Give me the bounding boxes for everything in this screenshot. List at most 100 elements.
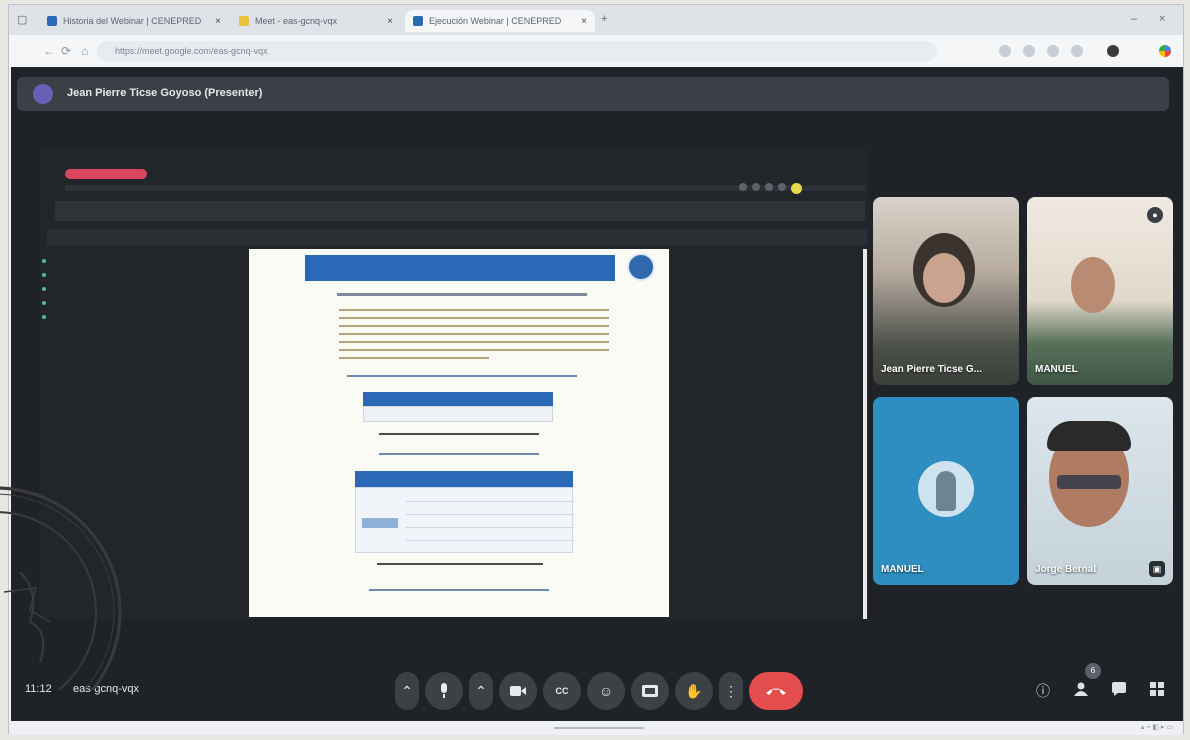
chevron-up-icon: ⌃ bbox=[401, 682, 413, 699]
close-tab-icon[interactable]: × bbox=[215, 16, 221, 27]
camera-icon: ▣ bbox=[1149, 561, 1165, 577]
browser-tab-2-title: Meet - eas-gcnq-vqx bbox=[255, 16, 338, 26]
mic-icon bbox=[441, 683, 447, 698]
home-icon[interactable]: ⌂ bbox=[81, 44, 88, 58]
captions-icon: CC bbox=[555, 686, 569, 696]
official-seal-stamp bbox=[0, 486, 122, 690]
doc-text-line bbox=[339, 317, 609, 319]
shared-screen[interactable] bbox=[39, 149, 869, 619]
present-screen-icon bbox=[642, 685, 658, 697]
more-options-button[interactable]: ⋮ bbox=[719, 672, 743, 710]
captions-button[interactable]: CC bbox=[543, 672, 581, 710]
audio-options-button[interactable]: ⌃ bbox=[395, 672, 419, 710]
doc-text-line bbox=[339, 333, 609, 335]
browser-tab-1[interactable]: Historia del Webinar | CENEPRED × bbox=[39, 10, 229, 32]
url-field[interactable]: https://meet.google.com/eas-gcnq-vqx bbox=[97, 41, 937, 61]
participant-tile[interactable]: Jean Pierre Ticse G... bbox=[873, 197, 1019, 385]
browser-tab-3-title: Ejecución Webinar | CENEPRED bbox=[429, 16, 562, 26]
participant-face bbox=[1071, 257, 1115, 313]
reload-icon[interactable]: ⟳ bbox=[61, 44, 71, 58]
emoji-icon: ☺ bbox=[598, 683, 614, 699]
doc-table-caption bbox=[379, 453, 539, 455]
people-icon[interactable] bbox=[1071, 681, 1091, 701]
doc-text-line bbox=[339, 309, 609, 311]
shared-toolbar-icons bbox=[739, 183, 802, 194]
presenter-label: Jean Pierre Ticse Goyoso (Presenter) bbox=[67, 87, 263, 99]
extension-icon[interactable] bbox=[1071, 45, 1083, 57]
meet-stage: Jean Pierre Ticse Goyoso (Presenter) Jea… bbox=[11, 67, 1183, 721]
new-tab-button[interactable]: + bbox=[601, 13, 607, 25]
cenepred-favicon-icon bbox=[413, 16, 423, 26]
doc-text-line bbox=[339, 341, 609, 343]
minimize-icon[interactable]: – bbox=[1131, 13, 1137, 25]
participant-avatar bbox=[918, 461, 974, 517]
doc-source-line bbox=[379, 433, 539, 435]
doc-text-line bbox=[339, 325, 609, 327]
system-tray-icons: ▴ ⌁ ◧ ▸ ▭ bbox=[1140, 724, 1173, 731]
participant-face bbox=[923, 253, 965, 303]
doc-annex-line bbox=[369, 589, 549, 591]
more-vert-icon: ⋮ bbox=[724, 682, 738, 699]
video-options-button[interactable]: ⌃ bbox=[469, 672, 493, 710]
extension-icon[interactable] bbox=[999, 45, 1011, 57]
glasses-icon bbox=[1057, 475, 1121, 489]
document-header-band bbox=[305, 255, 615, 281]
bookmark-icon[interactable] bbox=[1023, 45, 1035, 57]
browser-tab-2[interactable]: Meet - eas-gcnq-vqx × bbox=[231, 10, 401, 32]
presenter-banner: Jean Pierre Ticse Goyoso (Presenter) bbox=[17, 77, 1169, 111]
document-page bbox=[249, 249, 669, 617]
shared-scrollbar bbox=[863, 249, 867, 619]
participant-name: Jorge Bernal bbox=[1035, 564, 1097, 575]
raise-hand-button[interactable]: ✋ bbox=[675, 672, 713, 710]
present-button[interactable] bbox=[631, 672, 669, 710]
phone-hangup-icon bbox=[766, 688, 786, 695]
participant-tile[interactable]: MANUEL bbox=[873, 397, 1019, 585]
participant-tile[interactable]: ● MANUEL bbox=[1027, 197, 1173, 385]
pdf-viewer-toolbar bbox=[47, 229, 867, 245]
meet-favicon-icon bbox=[239, 16, 249, 26]
browser-tab-1-title: Historia del Webinar | CENEPRED bbox=[63, 16, 202, 26]
photo-frame: ▢ Historia del Webinar | CENEPRED × Meet… bbox=[8, 4, 1184, 735]
info-icon[interactable]: ⓘ bbox=[1033, 681, 1053, 701]
document-table-1 bbox=[363, 392, 553, 422]
gemini-icon[interactable] bbox=[1159, 45, 1171, 57]
mic-button[interactable] bbox=[425, 672, 463, 710]
participant-name: MANUEL bbox=[881, 564, 924, 575]
chat-icon[interactable] bbox=[1109, 681, 1129, 701]
close-tab-icon[interactable]: × bbox=[581, 16, 587, 27]
call-controls: ⌃ ⌃ CC ☺ ✋ ⋮ bbox=[395, 671, 803, 711]
window-menu-icon[interactable]: ▢ bbox=[17, 13, 27, 26]
extension-icon[interactable] bbox=[1047, 45, 1059, 57]
presenter-avatar bbox=[33, 84, 53, 104]
side-panel-controls: ⓘ bbox=[1033, 681, 1167, 701]
browser-address-row: ← ⟳ ⌂ https://meet.google.com/eas-gcnq-v… bbox=[9, 35, 1183, 67]
doc-source-line bbox=[377, 563, 543, 565]
camera-button[interactable] bbox=[499, 672, 537, 710]
shared-browser-tabs bbox=[55, 201, 865, 221]
document-table-2 bbox=[355, 471, 574, 553]
browser-tab-3[interactable]: Ejecución Webinar | CENEPRED × bbox=[405, 10, 595, 32]
doc-text-line bbox=[339, 349, 609, 351]
leave-call-button[interactable] bbox=[749, 672, 803, 710]
document-logo-icon bbox=[627, 253, 655, 281]
back-icon[interactable]: ← bbox=[43, 44, 55, 58]
apps-grid-icon[interactable] bbox=[1147, 681, 1167, 701]
profile-avatar[interactable] bbox=[1107, 45, 1119, 57]
participant-count-badge: 6 bbox=[1085, 663, 1101, 679]
chevron-up-icon: ⌃ bbox=[475, 682, 487, 699]
close-window-icon[interactable]: × bbox=[1159, 13, 1165, 25]
browser-tab-bar: ▢ Historia del Webinar | CENEPRED × Meet… bbox=[9, 5, 1183, 35]
participant-name: MANUEL bbox=[1035, 364, 1078, 375]
os-taskbar: ▴ ⌁ ◧ ▸ ▭ bbox=[9, 721, 1183, 735]
reactions-button[interactable]: ☺ bbox=[587, 672, 625, 710]
close-tab-icon[interactable]: × bbox=[387, 16, 393, 27]
document-section-heading bbox=[337, 293, 587, 296]
taskbar-indicator bbox=[554, 727, 644, 729]
participant-tile[interactable]: Jorge Bernal ▣ bbox=[1027, 397, 1173, 585]
shared-screen-notice bbox=[65, 169, 147, 179]
participant-name: Jean Pierre Ticse G... bbox=[881, 364, 982, 375]
camera-icon bbox=[510, 686, 526, 696]
doc-text-line bbox=[339, 357, 489, 359]
hand-icon: ✋ bbox=[685, 682, 703, 699]
audio-indicator-icon: ● bbox=[1147, 207, 1163, 223]
